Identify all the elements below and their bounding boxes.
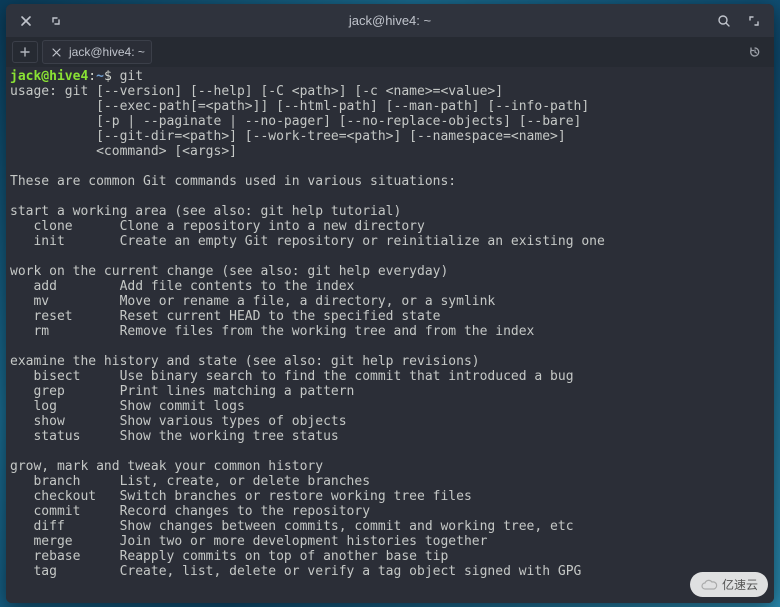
search-button[interactable] xyxy=(712,9,736,33)
watermark: 亿速云 xyxy=(690,572,768,597)
titlebar: jack@hive4: ~ xyxy=(6,4,774,37)
maximize-toggle-button[interactable] xyxy=(44,9,68,33)
fullscreen-button[interactable] xyxy=(742,9,766,33)
prompt-path: ~ xyxy=(96,69,104,84)
close-window-button[interactable] xyxy=(14,9,38,33)
terminal-window: jack@hive4: ~ jack@hive4: ~ jack@hive4:~… xyxy=(6,4,774,603)
new-tab-button[interactable] xyxy=(12,41,38,63)
tabbar: jack@hive4: ~ xyxy=(6,37,774,67)
tab-label: jack@hive4: ~ xyxy=(69,45,145,59)
command-output: usage: git [--version] [--help] [-C <pat… xyxy=(10,84,605,579)
tab-terminal-1[interactable]: jack@hive4: ~ xyxy=(42,40,152,64)
window-title: jack@hive4: ~ xyxy=(68,13,712,28)
prompt-symbol: $ xyxy=(104,69,112,84)
history-button[interactable] xyxy=(742,41,768,63)
prompt-user-host: jack@hive4 xyxy=(10,69,88,84)
prompt-separator: : xyxy=(88,69,96,84)
watermark-text: 亿速云 xyxy=(722,576,758,593)
cloud-icon xyxy=(700,579,718,591)
prompt-command: git xyxy=(120,69,143,84)
terminal-output[interactable]: jack@hive4:~$ git usage: git [--version]… xyxy=(6,67,774,603)
tab-close-button[interactable] xyxy=(49,45,63,59)
